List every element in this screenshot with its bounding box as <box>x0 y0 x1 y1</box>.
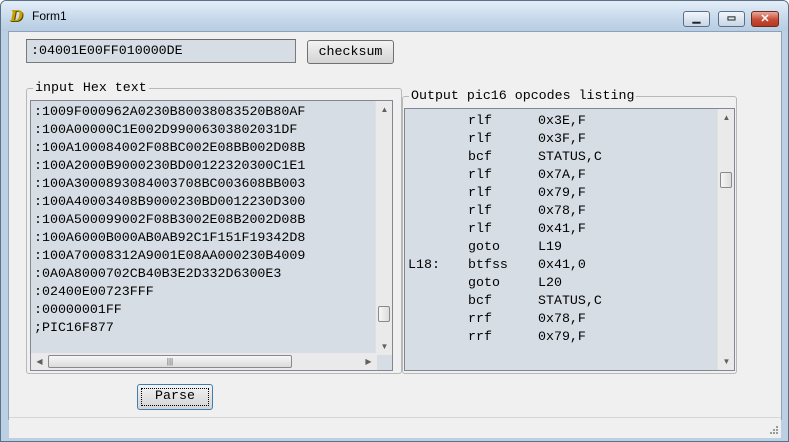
opcode-mnemonic: bcf <box>468 293 492 308</box>
opcode-operand: 0x78,F <box>538 311 586 326</box>
opcode-operand: L19 <box>538 239 562 254</box>
hex-text-line: :100A00000C1E002D99006303802031DF <box>34 122 298 137</box>
scroll-right-arrow-icon[interactable]: ▶ <box>360 353 377 370</box>
memo-size-grip-icon <box>380 358 390 368</box>
hex-text-line: :100A100084002F08BC002E08BB002D08B <box>34 140 306 155</box>
opcode-mnemonic: goto <box>468 239 500 254</box>
scroll-left-arrow-icon[interactable]: ◀ <box>31 353 48 370</box>
hex-text-line: :100A6000B000AB0AB92C1F151F19342D8 <box>34 230 306 245</box>
input-hex-memo[interactable]: :1009F000962A0230B80038083520B80AF :100A0… <box>30 100 393 371</box>
opcode-mnemonic: rlf <box>468 203 492 218</box>
hex-text-line: :100A2000B9000230BD00122320300C1E1 <box>34 158 306 173</box>
scroll-down-arrow-icon[interactable]: ▼ <box>376 338 392 355</box>
opcode-operand: 0x79,F <box>538 185 586 200</box>
hex-text-line: :100A3000893084003708BC003608BB003 <box>34 176 306 191</box>
opcode-mnemonic: rlf <box>468 167 492 182</box>
opcode-label: L18: <box>408 257 440 272</box>
opcode-operand: 0x3E,F <box>538 113 586 128</box>
form1-window: D Form1 ▁ ▭ ✕ :04001E00FF010000DE checks… <box>0 0 789 442</box>
opcode-operand: 0x78,F <box>538 203 586 218</box>
output-opcodes-group-label: Output pic16 opcodes listing <box>409 88 637 104</box>
opcode-operand: 0x3F,F <box>538 131 586 146</box>
parse-button[interactable]: Parse <box>137 384 213 410</box>
opcode-mnemonic: bcf <box>468 149 492 164</box>
hex-text-line: ;PIC16F877 <box>34 320 114 335</box>
opcode-operand: L20 <box>538 275 562 290</box>
hex-text-line: :1009F000962A0230B80038083520B80AF <box>34 104 306 119</box>
opcode-operand: STATUS,C <box>538 149 602 164</box>
hex-text-line: :100A500099002F08B3002E08B2002D08B <box>34 212 306 227</box>
opcode-mnemonic: rrf <box>468 311 492 326</box>
opcode-operand: 0x41,F <box>538 221 586 236</box>
parse-button-label: Parse <box>155 388 195 403</box>
opcode-mnemonic: rlf <box>468 221 492 236</box>
hex-text-line: :02400E00723FFF <box>34 284 154 299</box>
input-vertical-scroll-thumb[interactable] <box>378 306 390 322</box>
client-area: :04001E00FF010000DE checksum input Hex t… <box>8 31 782 438</box>
close-button[interactable]: ✕ <box>751 11 779 27</box>
opcode-mnemonic: rrf <box>468 329 492 344</box>
opcode-mnemonic: rlf <box>468 185 492 200</box>
output-vertical-scroll-thumb[interactable] <box>720 172 732 188</box>
opcode-mnemonic: btfss <box>468 257 508 272</box>
status-bar <box>9 417 781 438</box>
scroll-down-arrow-icon[interactable]: ▼ <box>718 353 734 370</box>
scroll-grip-icon: ||| <box>166 357 174 366</box>
scroll-up-arrow-icon[interactable]: ▲ <box>376 101 392 118</box>
window-title: Form1 <box>32 9 67 23</box>
minimize-button[interactable]: ▁ <box>683 11 710 27</box>
checksum-button[interactable]: checksum <box>307 40 394 64</box>
maximize-button[interactable]: ▭ <box>718 11 745 27</box>
hex-line-input[interactable]: :04001E00FF010000DE <box>26 39 296 63</box>
opcode-mnemonic: rlf <box>468 131 492 146</box>
opcode-operand: 0x79,F <box>538 329 586 344</box>
scroll-up-arrow-icon[interactable]: ▲ <box>718 109 734 126</box>
maximize-icon: ▭ <box>726 13 737 24</box>
input-hex-group-label: input Hex text <box>33 80 149 96</box>
app-icon: D <box>10 7 24 25</box>
hex-text-line: :100A40003408B9000230BD0012230D300 <box>34 194 306 209</box>
opcode-operand: 0x41,0 <box>538 257 586 272</box>
size-grip-icon[interactable] <box>768 424 778 434</box>
hex-text-line: :00000001FF <box>34 302 122 317</box>
title-bar[interactable]: D Form1 ▁ ▭ ✕ <box>1 1 788 31</box>
output-opcodes-memo[interactable]: rlf 0x3E,F rlf 0x3F,F bcf STATUS,C rlf 0x7A,F rl… <box>404 108 735 371</box>
input-horizontal-scroll-thumb[interactable]: ||| <box>48 355 292 368</box>
close-icon: ✕ <box>760 13 770 25</box>
output-vertical-scrollbar[interactable]: ▲ ▼ <box>717 109 734 370</box>
opcode-operand: STATUS,C <box>538 293 602 308</box>
hex-text-line: :0A0A8000702CB40B3E2D332D6300E3 <box>34 266 282 281</box>
hex-text-line: :100A70008312A9001E08AA000230B4009 <box>34 248 306 263</box>
input-horizontal-scrollbar[interactable]: ◀ ||| ▶ <box>31 353 377 370</box>
opcode-mnemonic: rlf <box>468 113 492 128</box>
opcode-operand: 0x7A,F <box>538 167 586 182</box>
minimize-icon: ▁ <box>692 13 701 24</box>
opcode-mnemonic: goto <box>468 275 500 290</box>
input-vertical-scrollbar[interactable]: ▲ ▼ <box>375 101 392 355</box>
